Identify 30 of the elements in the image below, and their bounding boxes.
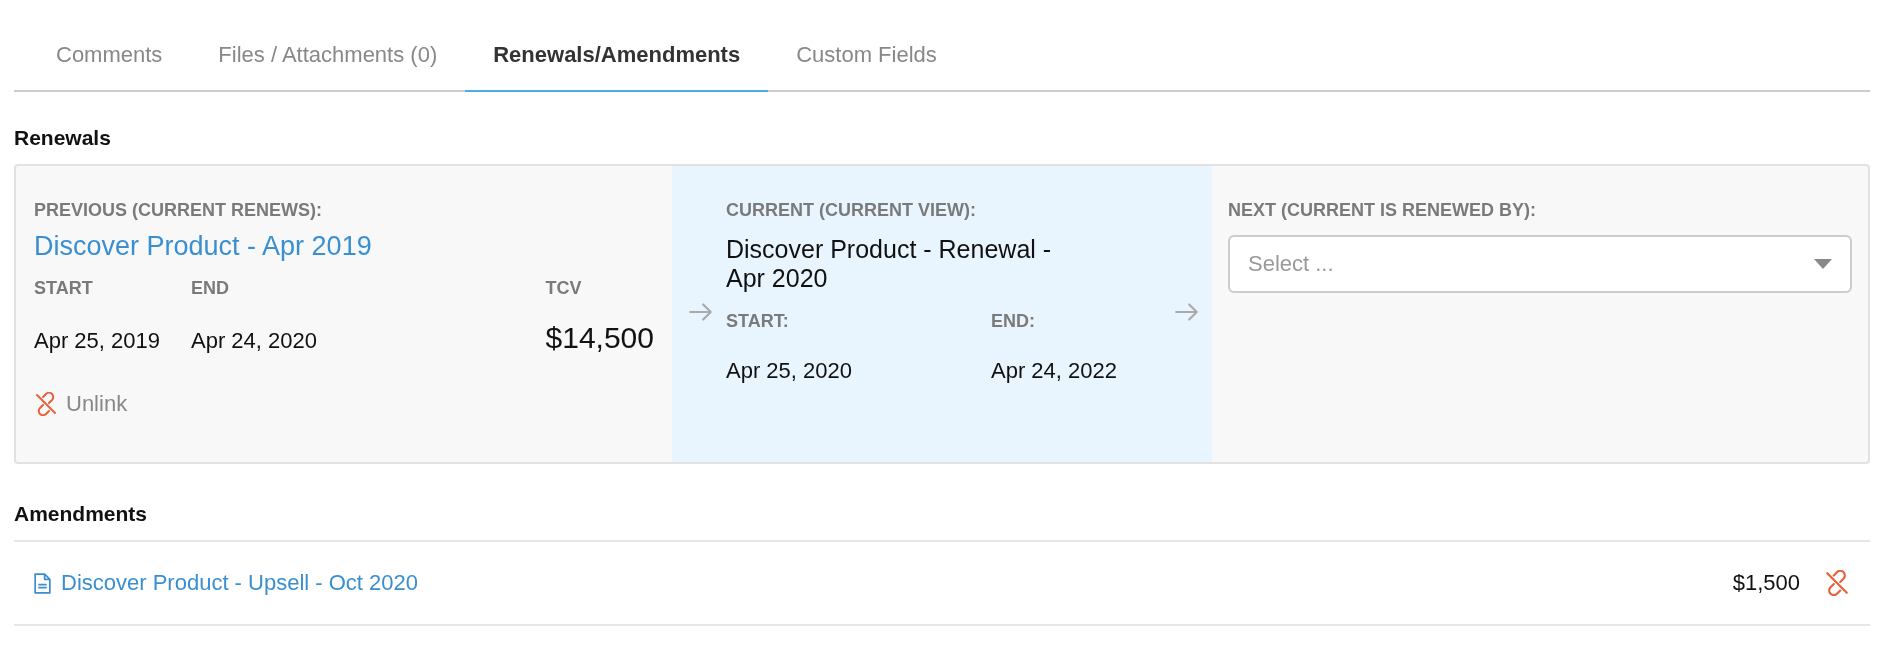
amendment-link[interactable]: Discover Product - Upsell - Oct 2020 [61, 570, 419, 596]
field-label: END [191, 278, 230, 299]
broken-link-icon [34, 392, 58, 416]
panel-label: NEXT (CURRENT IS RENEWED BY): [1228, 200, 1537, 221]
tcv-value: $14,500 [545, 321, 654, 355]
caret-icon [1814, 259, 1832, 269]
document-icon [34, 572, 51, 594]
start-date: Apr 25, 2019 [34, 328, 161, 354]
unlink-button[interactable] [1824, 570, 1850, 596]
field-label: END: [991, 310, 1036, 332]
end-date: Apr 24, 2022 [991, 357, 1118, 384]
select-dropdown[interactable]: Select ... [1228, 235, 1852, 293]
start-date: Apr 25, 2020 [726, 357, 853, 384]
section-heading: Amendments [14, 502, 149, 526]
broken-link-icon [1824, 570, 1850, 596]
panel-label: PREVIOUS (CURRENT RENEWS): [34, 200, 323, 221]
tab[interactable]: Renewals/Amendments [465, 20, 769, 92]
tab[interactable]: Files / Attachments (0) [190, 20, 466, 92]
field-label: START: [726, 310, 790, 332]
field-label: START [34, 278, 94, 299]
field-label: TCV [545, 278, 583, 299]
section-heading: Renewals [14, 126, 112, 150]
current-title: Discover Product - Renewal - Apr 2020 [726, 235, 1053, 293]
tab[interactable]: Comments [28, 20, 191, 92]
amount: $1,500 [1732, 570, 1800, 596]
tab[interactable]: Custom Fields [768, 20, 965, 92]
previous-link[interactable]: Discover Product - Apr 2019 [34, 231, 654, 262]
unlink-button[interactable]: Unlink [34, 391, 128, 417]
end-date: Apr 24, 2020 [191, 328, 318, 354]
panel-label: CURRENT (CURRENT VIEW): [726, 200, 977, 221]
